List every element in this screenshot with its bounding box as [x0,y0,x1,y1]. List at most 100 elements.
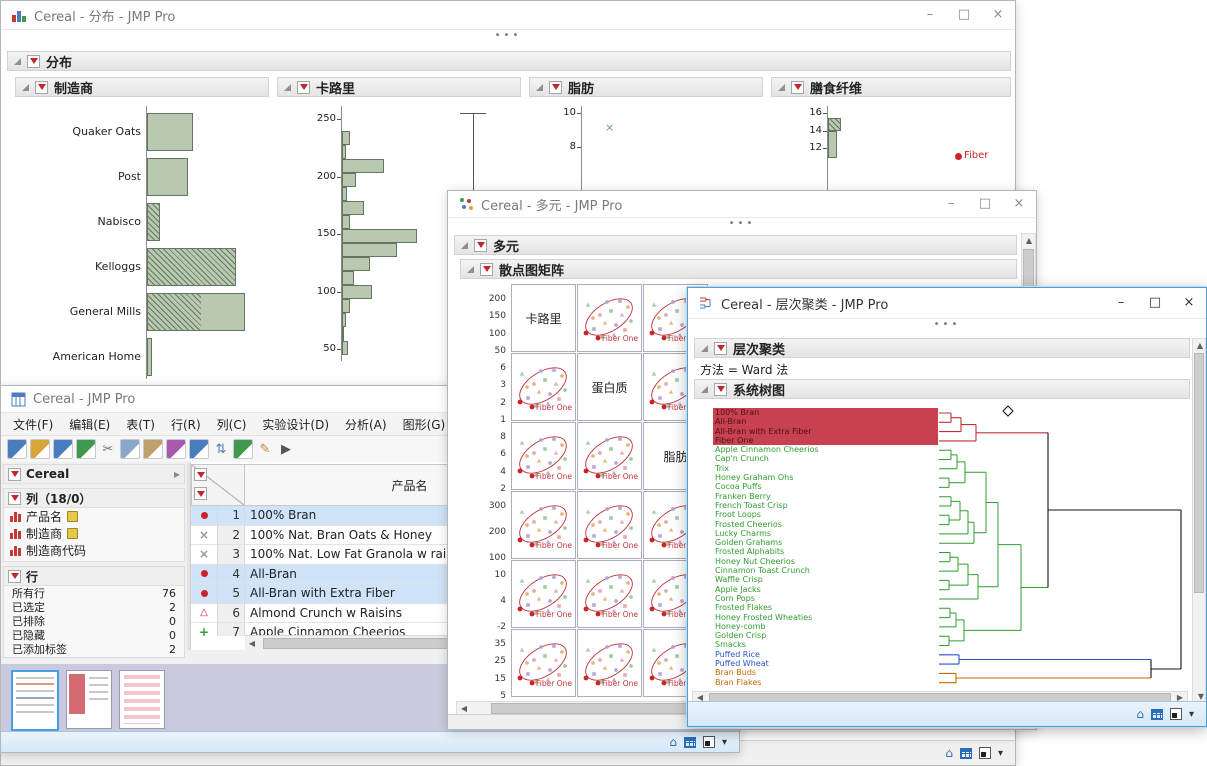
dendrogram-leaf[interactable]: Honey Graham Ohs [713,473,938,482]
fat-outlier-marker[interactable]: × [605,121,614,134]
column-list-item[interactable]: 制造商 [4,525,184,542]
dendrogram-leaf[interactable]: Cocoa Puffs [713,482,938,491]
table-red-triangle-button[interactable] [194,468,207,481]
collapsed-menu-dots[interactable]: ••• [688,319,1206,333]
matrix-scatter-cell[interactable]: Fiber One [577,491,642,559]
fiber-bar[interactable] [828,118,841,131]
histogram-bar[interactable] [342,327,344,341]
dendrogram-leaf[interactable]: Honey-comb [713,622,938,631]
histogram-bar[interactable] [342,159,384,173]
scroll-down-icon[interactable]: ▼ [1194,692,1207,701]
manufacturer-bar[interactable] [147,248,236,286]
dendrogram-leaf[interactable]: Fiber One [713,436,938,445]
rows-panel-header[interactable]: 行 [4,567,184,586]
cluster-window-icon[interactable] [698,295,714,311]
dendrogram-leaf[interactable]: 100% Bran [713,408,938,417]
scroll-thumb[interactable] [263,638,463,649]
row-marker-cell[interactable]: △ [191,604,218,624]
histogram-bar[interactable] [342,201,364,215]
histogram-bar[interactable] [342,299,350,313]
scroll-left-icon[interactable]: ◀ [457,704,471,713]
panel-collapse-arrow-icon[interactable]: ▸ [174,467,180,481]
dendrogram-leaf[interactable]: Corn Pops [713,594,938,603]
dendrogram-leaf[interactable]: Puffed Rice [713,650,938,659]
histogram-bar[interactable] [342,215,350,229]
dendrogram-leaf[interactable]: Waffle Crisp [713,575,938,584]
menu-item[interactable]: 实验设计(D) [254,416,337,433]
histogram-bar[interactable] [342,257,370,271]
table-panel-header[interactable]: Cereal ▸ [4,465,184,484]
dendrogram-leaf[interactable]: Frosted Alphabits [713,547,938,556]
vertical-scrollbar[interactable]: ▲ ▼ [1192,338,1206,704]
menu-item[interactable]: 列(C) [209,416,255,433]
window-indicator-icon[interactable]: ⌂ [945,747,953,759]
display-options-caret-icon[interactable]: ▾ [1189,709,1194,720]
dendrogram-leaf[interactable]: Puffed Wheat [713,659,938,668]
columns-panel-header[interactable]: 列（18/0） [4,489,184,508]
collapse-triangle-icon[interactable] [701,345,708,352]
window-indicator-icon[interactable]: ⌂ [669,736,677,748]
window-indicator-icon[interactable]: ⌂ [1136,708,1144,720]
row-marker-cell[interactable] [191,584,218,604]
dendrogram-leaf[interactable]: Golden Crisp [713,631,938,640]
dendrogram-leaf[interactable]: French Toast Crisp [713,501,938,510]
graph-icon[interactable] [233,439,253,459]
dendrogram-leaf[interactable]: Bran Flakes [713,678,938,687]
grid-corner-cell[interactable] [191,464,245,506]
cut-icon[interactable]: ✂ [99,440,117,458]
dendrogram-leaf[interactable]: All-Bran [713,417,938,426]
maximize-button[interactable]: □ [1138,289,1172,317]
menu-item[interactable]: 编辑(E) [61,416,118,433]
row-marker-cell[interactable] [191,565,218,585]
scroll-thumb[interactable] [1194,353,1204,593]
manufacturer-bar[interactable] [147,293,245,331]
matrix-scatter-cell[interactable]: Fiber One [511,491,576,559]
matrix-scatter-cell[interactable]: Fiber One [577,284,642,352]
thumbnail-3[interactable] [119,670,165,729]
matrix-scatter-cell[interactable]: Fiber One [511,560,576,628]
menu-item[interactable]: 文件(F) [5,416,61,433]
histogram-bar[interactable] [342,341,348,355]
histogram-bar[interactable] [342,229,417,243]
column-list-item[interactable]: 制造商代码 [4,542,184,559]
pencil-icon[interactable]: ✎ [256,440,274,458]
dendrogram-leaf[interactable]: All-Bran with Extra Fiber [713,427,938,436]
red-triangle-button[interactable] [8,570,21,583]
dendrogram-leaf[interactable]: Honey Frosted Wheaties [713,613,938,622]
display-options-caret-icon[interactable]: ▾ [998,748,1003,759]
row-marker-cell[interactable] [191,506,218,526]
dendrogram-leaf[interactable]: Franken Berry [713,492,938,501]
red-triangle-button[interactable] [714,383,727,396]
matrix-scatter-cell[interactable]: Fiber One [577,629,642,697]
dendrogram-leaf[interactable]: Apple Jacks [713,585,938,594]
excel-import-icon[interactable] [76,439,96,459]
table-window-icon[interactable] [11,392,26,407]
row-stat[interactable]: 所有行76 [4,586,184,600]
close-button[interactable]: × [1172,289,1206,317]
scroll-up-icon[interactable]: ▲ [1022,236,1036,245]
row-marker-cell[interactable]: + [191,623,218,636]
data-grid-indicator-icon[interactable] [1151,709,1163,720]
row-stat[interactable]: 已添加标签2 [4,642,184,656]
red-triangle-button[interactable] [714,342,727,355]
dendrogram-leaf[interactable]: Apple Cinnamon Cheerios [713,445,938,454]
menu-item[interactable]: 分析(A) [337,416,395,433]
red-triangle-button[interactable] [8,468,21,481]
menu-item[interactable]: 行(R) [163,416,209,433]
dendrogram-leaf[interactable]: Frosted Flakes [713,603,938,612]
histogram-bar[interactable] [342,187,347,201]
open-icon[interactable] [30,439,50,459]
menu-item[interactable]: 表(T) [118,416,163,433]
display-options-caret-icon[interactable]: ▾ [722,737,727,748]
journal-icon[interactable] [166,439,186,459]
collapse-triangle-icon[interactable] [701,386,708,393]
display-options-box[interactable] [1170,708,1182,720]
dendrogram-leaf[interactable]: Frosted Cheerios [713,520,938,529]
display-options-box[interactable] [703,736,715,748]
matrix-scatter-cell[interactable]: Fiber One [511,353,576,421]
histogram-bar[interactable] [342,173,356,187]
manufacturer-bar[interactable] [147,113,193,151]
paste-icon[interactable] [143,439,163,459]
red-triangle-button[interactable] [8,492,21,505]
display-options-box[interactable] [979,747,991,759]
